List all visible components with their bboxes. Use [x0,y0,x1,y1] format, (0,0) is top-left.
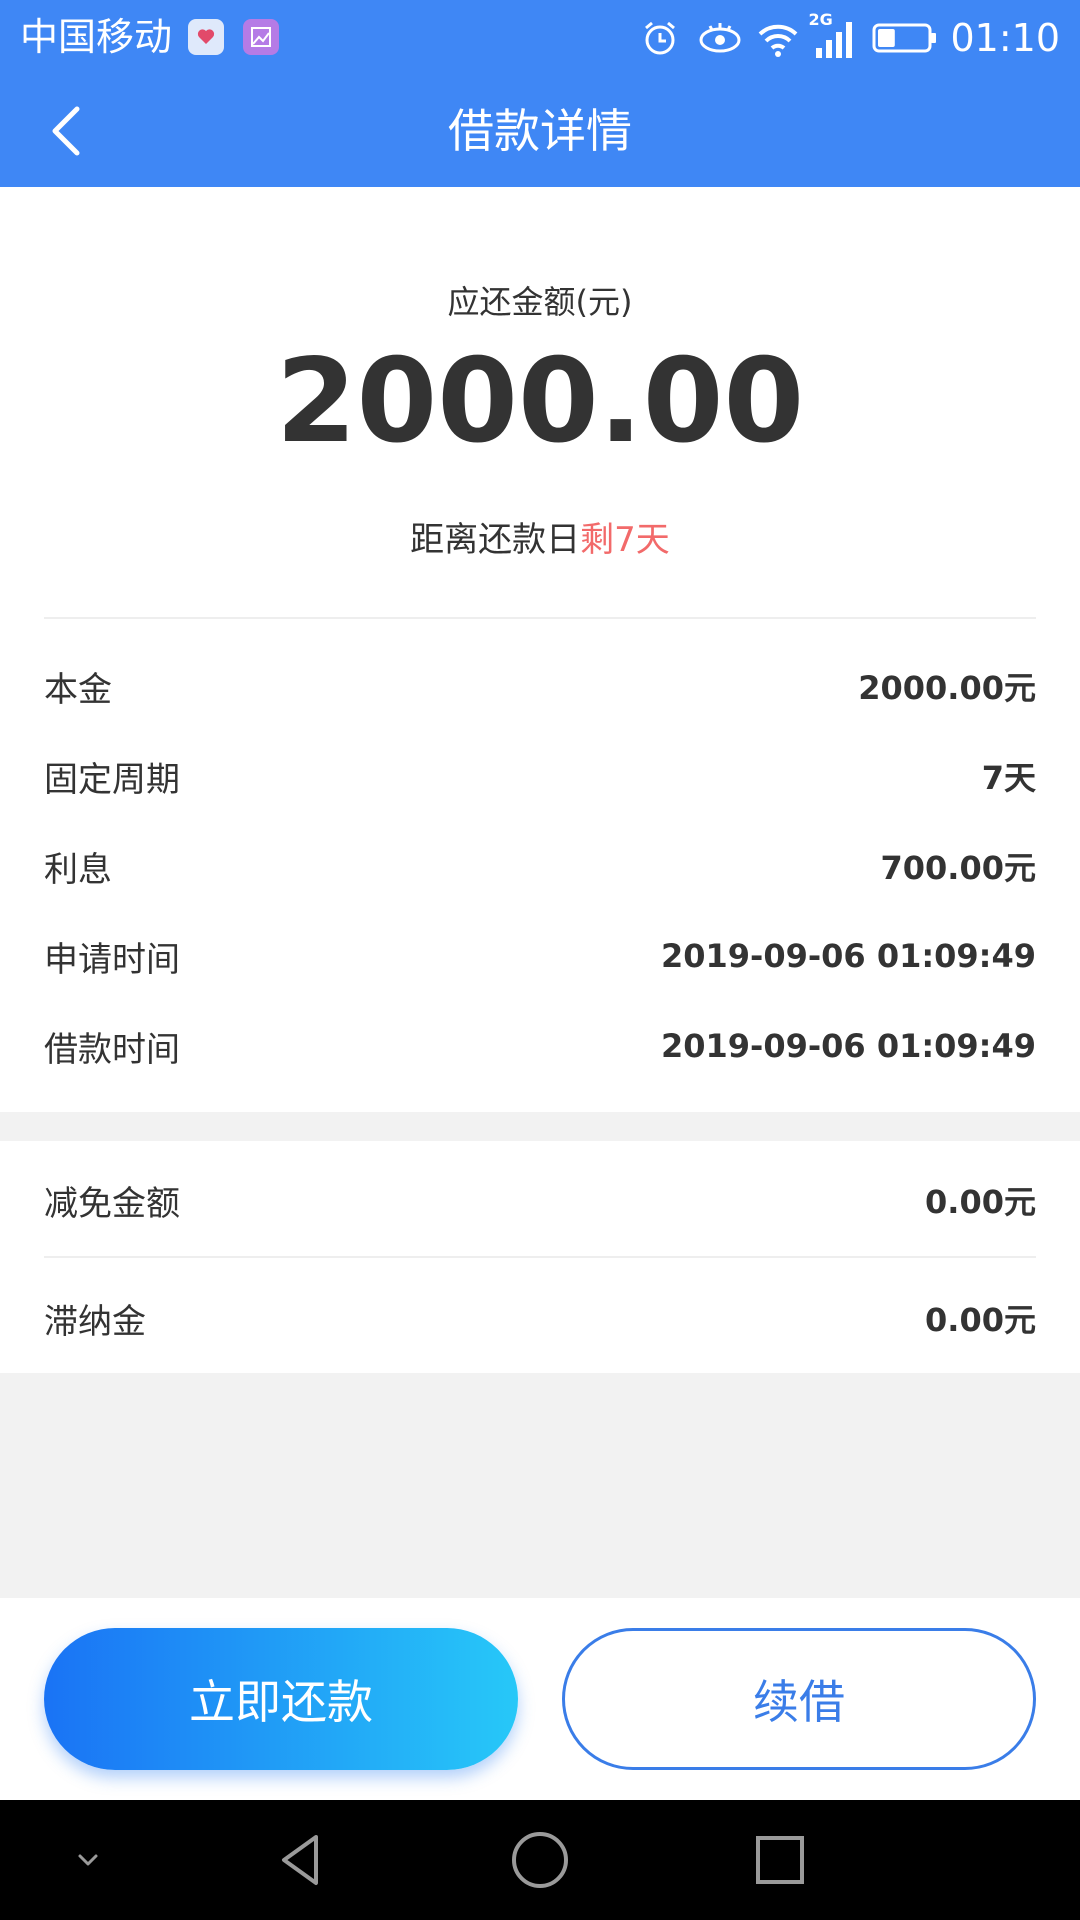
countdown-prefix: 距离还款日 [410,520,581,560]
app-header: 借款详情 [0,75,1080,187]
fee-row-discount: 减免金额 0.00元 [44,1170,1036,1230]
home-circle-icon [512,1832,568,1888]
alarm-icon [645,21,676,55]
repayment-countdown: 距离还款日剩7天 [0,512,1080,561]
detail-value: 2019-09-06 01:09:49 [660,1027,1036,1065]
divider [44,617,1036,619]
detail-value: 2019-09-06 01:09:49 [660,937,1036,975]
detail-row-interest: 利息 700.00元 [44,836,1036,896]
detail-row-period: 固定周期 7天 [44,746,1036,806]
nav-home-button[interactable] [500,1820,580,1900]
status-bar: 中国移动 2G 01:10 [0,0,1080,75]
detail-label: 利息 [44,849,112,890]
detail-value: 700.00元 [880,849,1037,887]
nav-recents-button[interactable] [740,1820,820,1900]
health-app-icon [188,19,224,55]
navigation-bar [0,1800,1080,1920]
detail-value: 7天 [981,759,1036,797]
detail-label: 本金 [44,669,112,710]
status-time: 01:10 [950,16,1060,60]
wifi-icon [759,24,798,57]
amount-card: 应还金额(元) 2000.00 距离还款日剩7天 本金 2000.00元 固定周… [0,187,1080,1112]
detail-value: 2000.00元 [858,669,1036,707]
renew-loan-button[interactable]: 续借 [562,1628,1036,1770]
action-bar: 立即还款 续借 [0,1598,1080,1800]
detail-row-loan-time: 借款时间 2019-09-06 01:09:49 [44,1016,1036,1076]
amount-value: 2000.00 [275,334,805,469]
recents-square-icon [756,1836,804,1884]
detail-label: 固定周期 [44,759,180,800]
network-type: 2G [808,10,833,29]
collapse-icon [78,1854,98,1866]
carrier-name: 中国移动 [20,15,173,59]
gallery-icon [243,19,279,55]
detail-row-apply-time: 申请时间 2019-09-06 01:09:49 [44,926,1036,986]
divider [44,1256,1036,1258]
fee-value: 0.00元 [925,1301,1036,1339]
amount-label: 应还金额(元) [447,283,633,321]
detail-row-principal: 本金 2000.00元 [44,656,1036,716]
fee-row-late-fee: 滞纳金 0.00元 [44,1288,1036,1348]
top-bar: 中国移动 2G 01:10 借款详情 [0,0,1080,187]
nav-back-button[interactable] [260,1820,340,1900]
eye-icon [699,23,741,53]
fee-label: 滞纳金 [44,1301,146,1342]
fees-card: 减免金额 0.00元 滞纳金 0.00元 [0,1141,1080,1373]
collapse-button[interactable] [48,1820,128,1900]
detail-label: 借款时间 [44,1029,180,1070]
fee-label: 减免金额 [44,1183,180,1224]
repay-now-button[interactable]: 立即还款 [44,1628,518,1770]
signal-indicator: 2G [808,10,854,62]
back-triangle-icon [282,1835,318,1885]
countdown-days: 剩7天 [580,520,670,560]
fee-value: 0.00元 [925,1183,1036,1221]
detail-label: 申请时间 [44,939,180,980]
status-icons: 2G 01:10 [638,10,1060,62]
battery-icon [872,23,937,53]
page-title: 借款详情 [448,104,632,158]
loan-detail-screen: 中国移动 2G 01:10 借款详情 应还金额(元) 2000.00 距离还款日… [0,0,1080,1920]
